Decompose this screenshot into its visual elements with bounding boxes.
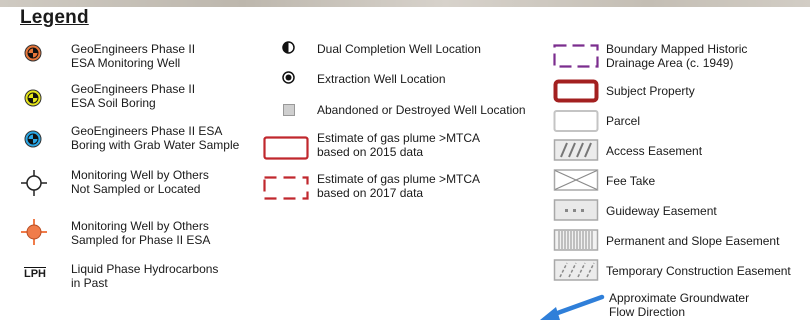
legend-item-historic-drainage: Boundary Mapped Historic Drainage Area (… (606, 42, 748, 70)
legend-title: Legend (20, 7, 89, 28)
legend-item-plume-2015: Estimate of gas plume >MTCA based on 201… (317, 131, 481, 159)
monitoring-well-others-icon (21, 170, 47, 196)
extraction-well-icon (282, 71, 295, 84)
legend-item-lph: Liquid Phase Hydrocarbons in Past (71, 262, 219, 290)
blue-grab-water-boring-icon (24, 130, 42, 148)
legend-item-temporary-construction-easement: Temporary Construction Easement (606, 264, 791, 278)
legend-item-dual-completion: Dual Completion Well Location (317, 42, 481, 56)
map-background-strip (0, 0, 810, 7)
guideway-easement-icon (553, 199, 599, 221)
fee-take-icon (553, 169, 599, 191)
legend-item-geo-monitoring-well: GeoEngineers Phase II ESA Monitoring Wel… (71, 42, 196, 70)
legend-item-abandoned-well: Abandoned or Destroyed Well Location (317, 103, 526, 117)
legend-item-fee-take: Fee Take (606, 174, 656, 188)
plume-2015-icon (263, 136, 309, 160)
legend-item-access-easement: Access Easement (606, 144, 703, 158)
legend-item-groundwater-flow: Approximate Groundwater Flow Direction (609, 291, 750, 319)
monitoring-well-sampled-icon (21, 219, 47, 245)
legend-item-geo-grab-water: GeoEngineers Phase II ESA Boring with Gr… (71, 124, 240, 152)
legend-item-extraction-well: Extraction Well Location (317, 72, 446, 86)
legend-item-permanent-slope-easement: Permanent and Slope Easement (606, 234, 780, 248)
legend-item-parcel: Parcel (606, 114, 641, 128)
subject-property-icon (553, 79, 599, 103)
legend-item-others-sampled: Monitoring Well by Others Sampled for Ph… (71, 219, 211, 247)
yellow-soil-boring-icon (24, 89, 42, 107)
lph-symbol: LPH (24, 267, 46, 280)
abandoned-well-icon (283, 104, 295, 116)
legend-item-others-not-sampled: Monitoring Well by Others Not Sampled or… (71, 168, 209, 196)
legend-item-guideway-easement: Guideway Easement (606, 204, 717, 218)
parcel-icon (553, 110, 599, 132)
temporary-construction-easement-icon (553, 259, 599, 281)
groundwater-flow-arrow-icon (540, 294, 605, 320)
permanent-slope-easement-icon (553, 229, 599, 251)
legend-item-plume-2017: Estimate of gas plume >MTCA based on 201… (317, 172, 481, 200)
dual-completion-well-icon (282, 41, 295, 54)
legend-item-subject-property: Subject Property (606, 84, 695, 98)
plume-2017-icon (263, 176, 309, 200)
legend-item-geo-soil-boring: GeoEngineers Phase II ESA Soil Boring (71, 82, 196, 110)
orange-monitoring-well-icon (24, 44, 42, 62)
access-easement-icon (553, 139, 599, 161)
historic-drainage-icon (553, 44, 599, 68)
